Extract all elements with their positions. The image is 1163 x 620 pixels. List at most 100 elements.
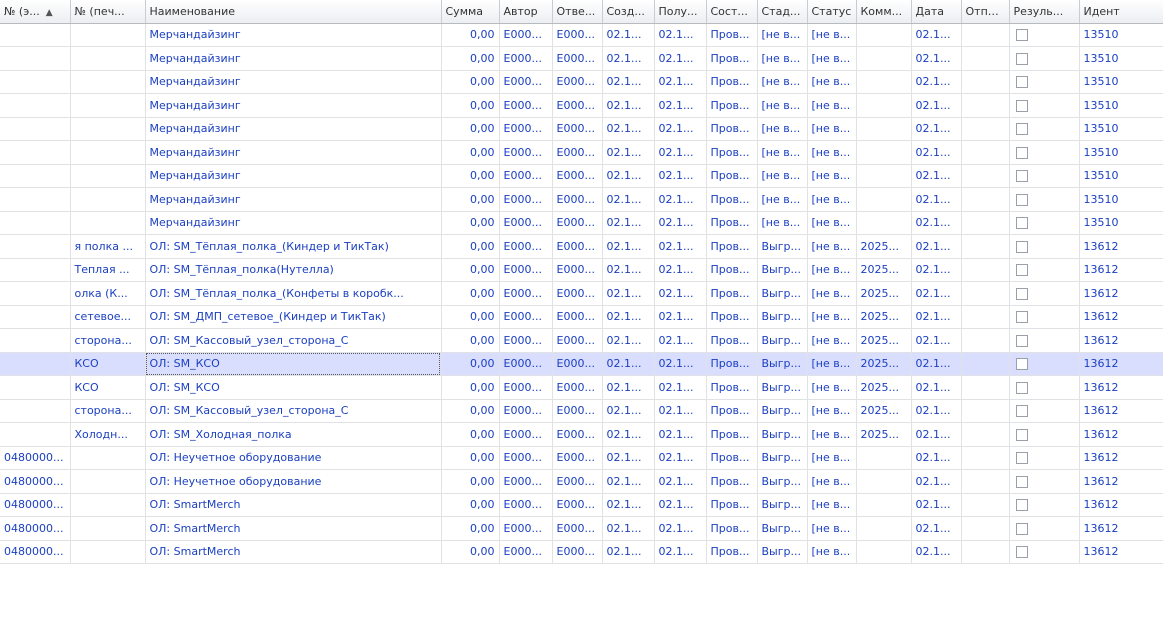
cell-ident[interactable]: 13612 (1079, 540, 1163, 564)
cell-sent[interactable] (961, 23, 1010, 47)
cell-sum[interactable]: 0,00 (441, 23, 500, 47)
cell-status[interactable]: [не в... (807, 93, 857, 118)
table-row[interactable]: 0480000... ОЛ: SmartMerch 0,00 E000... E000.… (0, 540, 1163, 564)
cell-num-e[interactable] (0, 258, 71, 282)
cell-status[interactable]: [не в... (807, 399, 857, 423)
cell-num-e[interactable] (0, 23, 71, 47)
cell-author[interactable]: E000... (499, 305, 553, 329)
cell-comment[interactable]: 2025... (856, 328, 912, 353)
result-checkbox[interactable] (1015, 311, 1028, 324)
cell-num-e[interactable]: 0480000... (0, 446, 71, 470)
cell-state[interactable]: Пров... (706, 422, 758, 447)
cell-created[interactable]: 02.1... (602, 375, 655, 400)
cell-received[interactable]: 02.1... (654, 93, 707, 118)
cell-date[interactable]: 02.1... (911, 399, 962, 423)
cell-created[interactable]: 02.1... (602, 234, 655, 259)
cell-date[interactable]: 02.1... (911, 446, 962, 470)
cell-resp[interactable]: E000... (552, 422, 603, 447)
cell-sum[interactable]: 0,00 (441, 211, 500, 235)
cell-sum[interactable]: 0,00 (441, 540, 500, 564)
cell-comment[interactable] (856, 516, 912, 541)
cell-num-print[interactable] (70, 446, 146, 470)
cell-state[interactable]: Пров... (706, 187, 758, 212)
cell-name[interactable]: ОЛ: Неучетное оборудование (145, 469, 442, 494)
cell-state[interactable]: Пров... (706, 493, 758, 517)
cell-comment[interactable] (856, 117, 912, 141)
cell-result[interactable] (1009, 164, 1080, 188)
cell-num-print[interactable] (70, 140, 146, 165)
cell-name[interactable]: ОЛ: SM_Холодная_полка (145, 422, 442, 447)
cell-result[interactable] (1009, 234, 1080, 259)
cell-sent[interactable] (961, 375, 1010, 400)
cell-num-e[interactable] (0, 375, 71, 400)
cell-received[interactable]: 02.1... (654, 493, 707, 517)
cell-comment[interactable] (856, 469, 912, 494)
cell-resp[interactable]: E000... (552, 540, 603, 564)
cell-num-print[interactable]: сторона... (70, 399, 146, 423)
cell-resp[interactable]: E000... (552, 187, 603, 212)
cell-num-print[interactable] (70, 46, 146, 71)
cell-name[interactable]: Мерчандайзинг (145, 46, 442, 71)
cell-state[interactable]: Пров... (706, 140, 758, 165)
cell-state[interactable]: Пров... (706, 281, 758, 306)
cell-name[interactable]: ОЛ: SM_КСО (145, 375, 442, 400)
cell-name[interactable]: Мерчандайзинг (145, 70, 442, 94)
cell-comment[interactable]: 2025... (856, 234, 912, 259)
cell-ident[interactable]: 13612 (1079, 493, 1163, 517)
cell-created[interactable]: 02.1... (602, 140, 655, 165)
column-header-result[interactable]: Резуль... (1009, 0, 1080, 24)
cell-num-e[interactable] (0, 234, 71, 259)
cell-sent[interactable] (961, 352, 1010, 376)
cell-date[interactable]: 02.1... (911, 140, 962, 165)
cell-result[interactable] (1009, 211, 1080, 235)
cell-created[interactable]: 02.1... (602, 211, 655, 235)
cell-ident[interactable]: 13612 (1079, 281, 1163, 306)
table-row[interactable]: сетевое... ОЛ: SM_ДМП_сетевое_(Киндер и Т… (0, 305, 1163, 329)
cell-result[interactable] (1009, 422, 1080, 447)
cell-name[interactable]: ОЛ: SM_Тёплая_полка(Нутелла) (145, 258, 442, 282)
cell-resp[interactable]: E000... (552, 70, 603, 94)
cell-stage[interactable]: Выгр... (757, 375, 808, 400)
cell-state[interactable]: Пров... (706, 117, 758, 141)
cell-sent[interactable] (961, 70, 1010, 94)
cell-ident[interactable]: 13612 (1079, 422, 1163, 447)
cell-comment[interactable]: 2025... (856, 375, 912, 400)
cell-num-e[interactable] (0, 211, 71, 235)
cell-stage[interactable]: [не в... (757, 70, 808, 94)
cell-name[interactable]: Мерчандайзинг (145, 117, 442, 141)
cell-ident[interactable]: 13510 (1079, 187, 1163, 212)
cell-num-e[interactable]: 0480000... (0, 493, 71, 517)
cell-received[interactable]: 02.1... (654, 540, 707, 564)
cell-received[interactable]: 02.1... (654, 211, 707, 235)
cell-sent[interactable] (961, 446, 1010, 470)
table-row[interactable]: 0480000... ОЛ: SmartMerch 0,00 E000... E000.… (0, 516, 1163, 541)
result-checkbox[interactable] (1015, 381, 1028, 394)
cell-comment[interactable] (856, 446, 912, 470)
cell-resp[interactable]: E000... (552, 399, 603, 423)
cell-num-e[interactable] (0, 352, 71, 376)
cell-author[interactable]: E000... (499, 352, 553, 376)
cell-author[interactable]: E000... (499, 187, 553, 212)
cell-created[interactable]: 02.1... (602, 422, 655, 447)
cell-ident[interactable]: 13612 (1079, 516, 1163, 541)
cell-state[interactable]: Пров... (706, 93, 758, 118)
table-row[interactable]: олка (К... ОЛ: SM_Тёплая_полка_(Конфеты в… (0, 281, 1163, 306)
cell-status[interactable]: [не в... (807, 469, 857, 494)
cell-author[interactable]: E000... (499, 211, 553, 235)
cell-stage[interactable]: Выгр... (757, 540, 808, 564)
cell-stage[interactable]: [не в... (757, 46, 808, 71)
column-header-resp[interactable]: Отве... (552, 0, 603, 24)
cell-sum[interactable]: 0,00 (441, 70, 500, 94)
cell-ident[interactable]: 13612 (1079, 305, 1163, 329)
cell-result[interactable] (1009, 70, 1080, 94)
cell-sum[interactable]: 0,00 (441, 140, 500, 165)
cell-stage[interactable]: Выгр... (757, 258, 808, 282)
cell-author[interactable]: E000... (499, 422, 553, 447)
result-checkbox[interactable] (1015, 170, 1028, 183)
cell-created[interactable]: 02.1... (602, 258, 655, 282)
cell-date[interactable]: 02.1... (911, 211, 962, 235)
cell-sum[interactable]: 0,00 (441, 305, 500, 329)
cell-ident[interactable]: 13510 (1079, 117, 1163, 141)
cell-name[interactable]: ОЛ: SmartMerch (145, 493, 442, 517)
cell-num-e[interactable] (0, 328, 71, 353)
